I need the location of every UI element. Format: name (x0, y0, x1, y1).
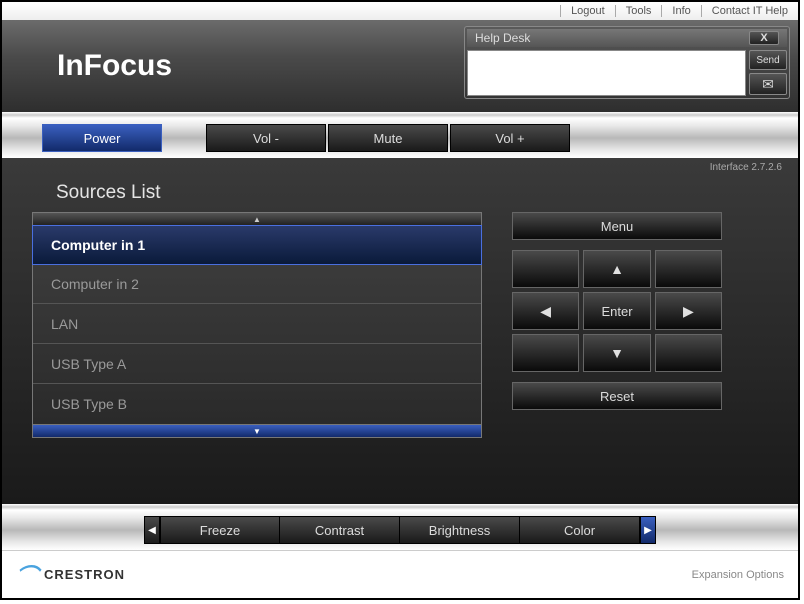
logo-text: InFocus (57, 49, 172, 82)
source-item[interactable]: LAN (33, 304, 481, 344)
vol-up-button[interactable]: Vol + (450, 124, 570, 152)
triangle-down-icon: ▼ (253, 427, 261, 436)
dpad-blank[interactable] (512, 250, 579, 288)
helpdesk-body: Send ✉ (467, 50, 787, 96)
brightness-button[interactable]: Brightness (400, 516, 520, 544)
top-menu: Logout Tools Info Contact IT Help (2, 2, 798, 20)
sources-list: Computer in 1 Computer in 2 LAN USB Type… (32, 225, 482, 424)
sources-scroll-up[interactable]: ▲ (32, 212, 482, 226)
freeze-button[interactable]: Freeze (160, 516, 280, 544)
helpdesk-send-button[interactable]: Send (749, 50, 787, 70)
contrast-button[interactable]: Contrast (280, 516, 400, 544)
settings-scroll-left[interactable]: ◀ (144, 516, 160, 544)
dpad-down-button[interactable]: ▼ (583, 334, 650, 372)
helpdesk-title-label: Help Desk (475, 31, 530, 45)
dpad-blank[interactable] (655, 250, 722, 288)
helpdesk-message-input[interactable] (467, 50, 746, 96)
mail-icon: ✉ (762, 76, 774, 93)
tools-link[interactable]: Tools (615, 5, 662, 17)
helpdesk-close-button[interactable]: X (749, 31, 779, 45)
dpad-up-button[interactable]: ▲ (583, 250, 650, 288)
settings-scroll-right[interactable]: ▶ (640, 516, 656, 544)
sources-scroll-down[interactable]: ▼ (32, 424, 482, 438)
settings-bar: ◀ Freeze Contrast Brightness Color ▶ (2, 510, 798, 550)
dpad-left-button[interactable]: ◀ (512, 292, 579, 330)
power-button[interactable]: Power (42, 124, 162, 152)
info-link[interactable]: Info (661, 5, 700, 17)
source-item[interactable]: Computer in 1 (32, 225, 482, 265)
control-bar: Power Vol - Mute Vol + (2, 118, 798, 158)
color-button[interactable]: Color (520, 516, 640, 544)
footer: ⌒ CRESTRON Expansion Options (2, 550, 798, 598)
helpdesk-mail-button[interactable]: ✉ (749, 73, 787, 95)
dpad-right-button[interactable]: ▶ (655, 292, 722, 330)
logout-link[interactable]: Logout (560, 5, 615, 17)
dpad-blank[interactable] (512, 334, 579, 372)
expansion-options-link[interactable]: Expansion Options (692, 569, 784, 581)
triangle-up-icon: ▲ (253, 215, 261, 224)
source-item[interactable]: Computer in 2 (33, 264, 481, 304)
source-item[interactable]: USB Type B (33, 384, 481, 424)
logo: InFocus (57, 49, 172, 83)
header: InFocus Help Desk X Send ✉ (2, 20, 798, 112)
helpdesk-panel: Help Desk X Send ✉ (464, 26, 790, 99)
source-item[interactable]: USB Type A (33, 344, 481, 384)
interface-version-label: Interface 2.7.2.6 (710, 162, 782, 173)
dpad-blank[interactable] (655, 334, 722, 372)
triangle-right-icon: ▶ (683, 303, 694, 320)
helpdesk-side: Send ✉ (749, 50, 787, 96)
crestron-logo: ⌒ CRESTRON (16, 559, 125, 591)
menu-button[interactable]: Menu (512, 212, 722, 240)
main-area: Interface 2.7.2.6 Sources List ▲ Compute… (2, 158, 798, 504)
app-window: Logout Tools Info Contact IT Help InFocu… (0, 0, 800, 600)
dpad: ▲ ◀ Enter ▶ ▼ (512, 250, 722, 372)
triangle-up-icon: ▲ (610, 261, 624, 277)
sources-title: Sources List (56, 182, 778, 204)
content-row: ▲ Computer in 1 Computer in 2 LAN USB Ty… (32, 212, 778, 438)
triangle-left-icon: ◀ (540, 303, 551, 320)
nav-pad: Menu ▲ ◀ Enter ▶ ▼ Reset (512, 212, 722, 438)
triangle-left-icon: ◀ (148, 525, 156, 536)
sources-list-box: ▲ Computer in 1 Computer in 2 LAN USB Ty… (32, 212, 482, 438)
triangle-right-icon: ▶ (644, 525, 652, 536)
swoosh-icon: ⌒ (16, 559, 38, 591)
helpdesk-titlebar: Help Desk X (467, 29, 787, 47)
crestron-label: CRESTRON (44, 567, 125, 582)
vol-down-button[interactable]: Vol - (206, 124, 326, 152)
dpad-enter-button[interactable]: Enter (583, 292, 650, 330)
triangle-down-icon: ▼ (610, 345, 624, 361)
contact-link[interactable]: Contact IT Help (701, 5, 798, 17)
reset-button[interactable]: Reset (512, 382, 722, 410)
mute-button[interactable]: Mute (328, 124, 448, 152)
